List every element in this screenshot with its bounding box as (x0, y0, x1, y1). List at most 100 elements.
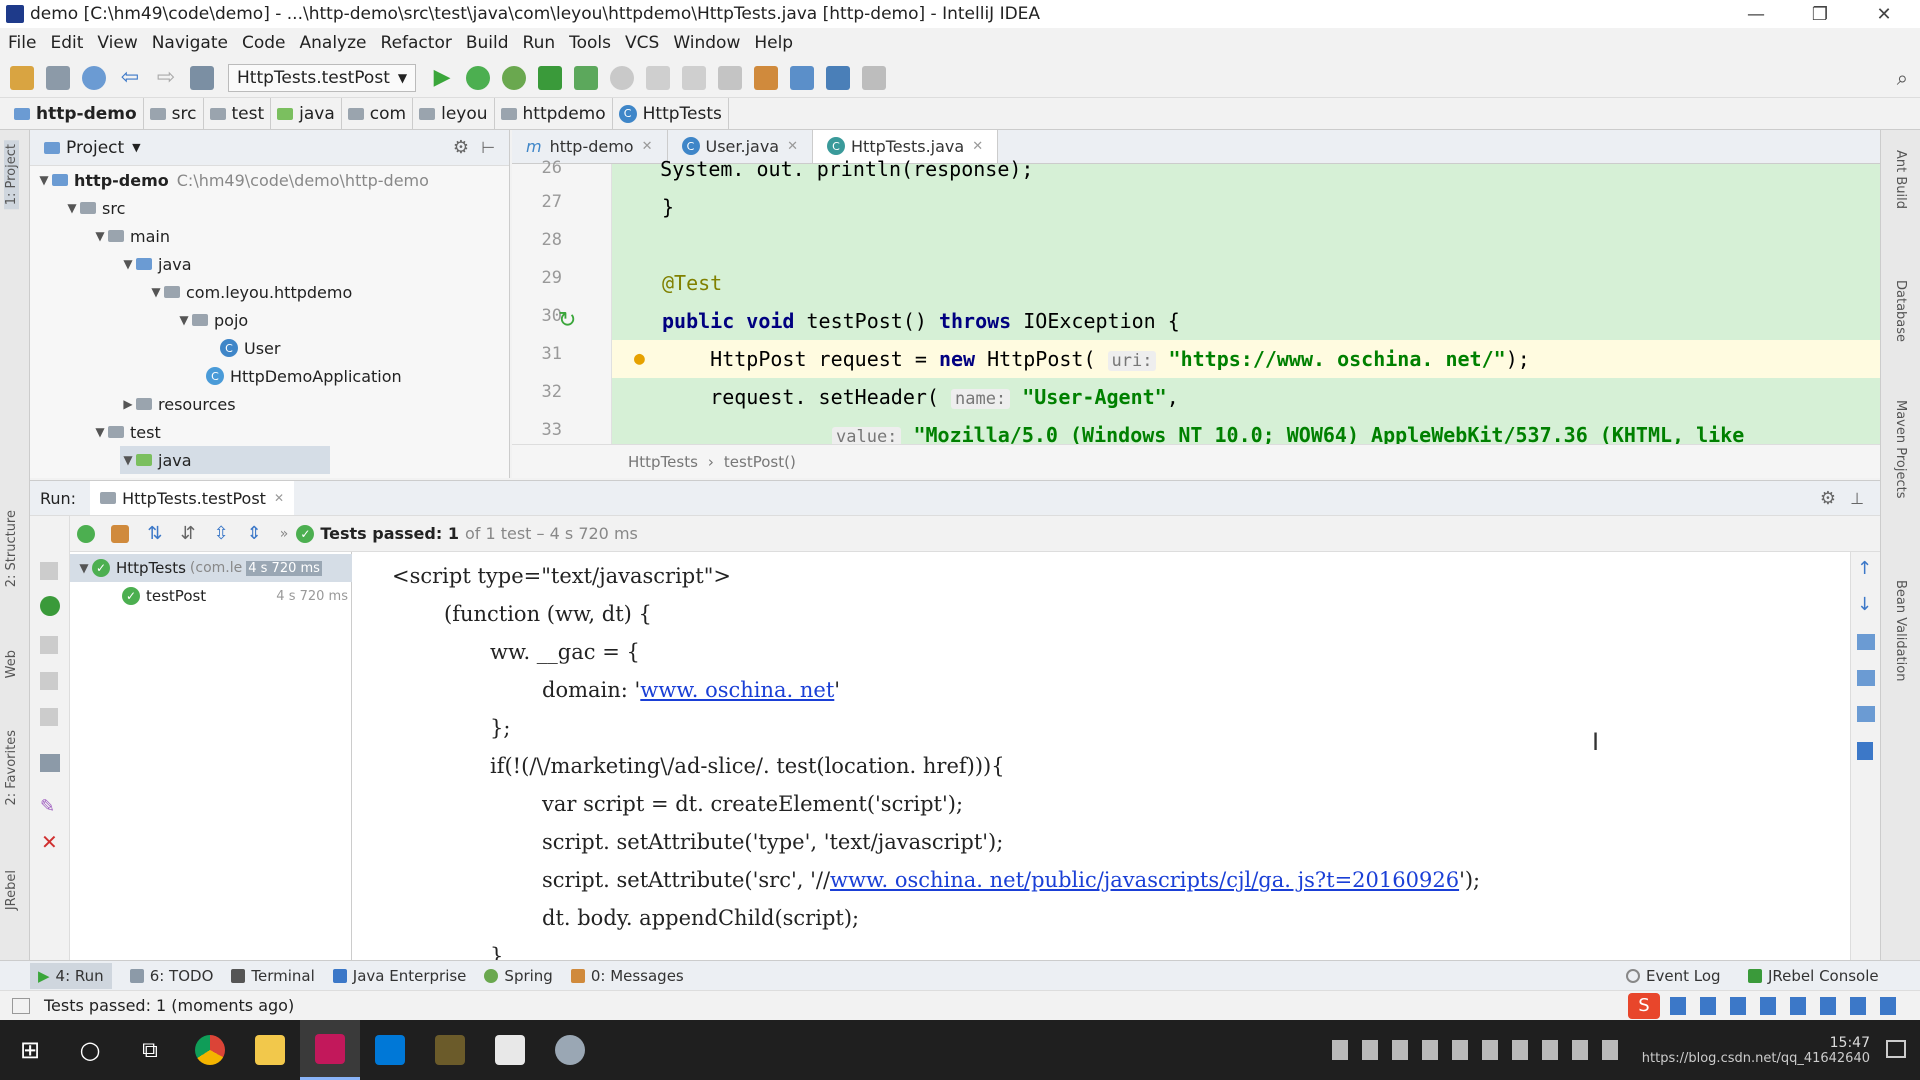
menu-build[interactable]: Build (466, 33, 509, 53)
tool-jrebel-console[interactable]: JRebel Console (1748, 967, 1879, 985)
code-area[interactable]: System. out. println(response); } @Test … (612, 157, 1880, 447)
tree-item-application[interactable]: C HttpDemoApplication (206, 362, 402, 390)
scroll-to-end-icon[interactable] (1857, 670, 1875, 686)
favorites-tool-tab[interactable]: 2: Favorites (4, 730, 19, 806)
chevron-down-icon[interactable]: ▼ (132, 141, 140, 154)
breadcrumb-leyou[interactable]: leyou (413, 97, 495, 130)
menu-run[interactable]: Run (523, 33, 556, 53)
sdk-icon[interactable] (826, 65, 851, 90)
soft-wrap-icon[interactable] (1857, 634, 1875, 650)
menu-refactor[interactable]: Refactor (381, 33, 452, 53)
menu-edit[interactable]: Edit (50, 33, 83, 53)
sort-alpha-icon[interactable]: ⇅ (147, 523, 162, 544)
hide-panel-icon[interactable]: ⊥ (1850, 489, 1864, 508)
breadcrumb-src[interactable]: src (144, 97, 204, 130)
vcs-icon[interactable] (754, 65, 779, 90)
layout-icon[interactable] (40, 754, 60, 772)
pause-icon[interactable] (40, 636, 58, 654)
web-tool-tab[interactable]: Web (4, 650, 19, 678)
breadcrumb-test[interactable]: test (204, 97, 272, 130)
taskbar-app[interactable] (420, 1020, 480, 1080)
tree-item-package[interactable]: ▼ com.leyou.httpdemo (148, 278, 352, 306)
project-tool-tab[interactable]: 1: Project (4, 140, 19, 210)
back-icon[interactable]: ⇦ (118, 65, 142, 90)
tree-item-main[interactable]: ▼ main (92, 222, 170, 250)
ant-build-tool-tab[interactable]: Ant Build (1893, 150, 1908, 209)
coverage-icon[interactable] (502, 65, 527, 90)
taskbar-notepad[interactable] (480, 1020, 540, 1080)
tree-item-pojo[interactable]: ▼ pojo (176, 306, 248, 334)
stop-icon[interactable] (682, 65, 707, 90)
breadcrumb-com[interactable]: com (342, 97, 414, 130)
notification-icon[interactable] (1886, 1040, 1906, 1058)
taskbar-app2[interactable] (540, 1020, 600, 1080)
maven-projects-tool-tab[interactable]: Maven Projects (1893, 400, 1908, 499)
menu-analyze[interactable]: Analyze (300, 33, 367, 53)
tree-item-resources[interactable]: ▶ resources (120, 390, 235, 418)
expand-all-icon[interactable]: ⇳ (214, 523, 229, 544)
show-passed-icon[interactable] (77, 524, 96, 543)
menu-code[interactable]: Code (242, 33, 286, 53)
tool-run[interactable]: ▶ 4: Run (30, 962, 112, 989)
more-icon[interactable]: » (280, 526, 289, 542)
forward-icon[interactable]: ⇨ (154, 65, 178, 90)
input-method-icon[interactable]: S (1628, 993, 1660, 1019)
run-icon[interactable]: ▶ (430, 65, 454, 90)
tree-item-src[interactable]: ▼ src (64, 194, 125, 222)
collapse-icon[interactable]: ⊢ (481, 138, 495, 157)
project-structure-icon[interactable] (790, 65, 815, 90)
menu-file[interactable]: File (8, 33, 36, 53)
close-button[interactable]: ✕ (1854, 0, 1914, 28)
close-icon[interactable]: ✕ (41, 830, 58, 854)
stop-icon[interactable] (40, 562, 58, 580)
taskbar-store[interactable] (360, 1020, 420, 1080)
test-suite-row[interactable]: ▼ ✓ HttpTests (com.le 4 s 720 ms (70, 554, 352, 582)
test-method-row[interactable]: ✓ testPost 4 s 720 ms (70, 582, 352, 610)
console-link[interactable]: www. oschina. net/public/javascripts/cjl… (830, 868, 1459, 892)
menu-vcs[interactable]: VCS (625, 33, 659, 53)
jrebel-icon[interactable] (40, 596, 60, 616)
gear-icon[interactable]: ⚙ (453, 137, 469, 158)
run-configuration-select[interactable]: HttpTests.testPost ▼ (228, 63, 417, 92)
sync-icon[interactable] (82, 65, 106, 90)
collapse-all-icon[interactable]: ⇕ (247, 523, 262, 544)
menu-help[interactable]: Help (754, 33, 793, 53)
bean-validation-tool-tab[interactable]: Bean Validation (1893, 580, 1908, 681)
up-arrow-icon[interactable]: ↑ (1857, 558, 1872, 579)
jrebel-debug-icon[interactable] (574, 65, 599, 90)
tool-terminal[interactable]: Terminal (231, 967, 315, 985)
lightbulb-icon[interactable]: ● (634, 340, 645, 378)
breadcrumb-http-demo[interactable]: http-demo (0, 97, 144, 130)
tray-icons[interactable] (1331, 1040, 1632, 1060)
tree-root[interactable]: ▼ http-demo C:\hm49\code\demo\http-demo (36, 166, 429, 194)
tree-item-test[interactable]: ▼ test (92, 418, 160, 446)
down-arrow-icon[interactable]: ↓ (1857, 594, 1872, 615)
breadcrumb-httptests[interactable]: C HttpTests (613, 97, 729, 130)
print-icon[interactable] (1857, 706, 1875, 722)
menu-view[interactable]: View (97, 33, 137, 53)
gear-icon[interactable]: ⚙ (1820, 488, 1836, 509)
tree-item-java[interactable]: ▼ java (120, 250, 191, 278)
exit-icon[interactable] (40, 708, 58, 726)
taskbar-explorer[interactable] (240, 1020, 300, 1080)
jrebel-run-icon[interactable] (538, 65, 563, 90)
open-folder-icon[interactable] (10, 65, 34, 90)
taskbar-intellij[interactable] (300, 1020, 360, 1080)
menu-navigate[interactable]: Navigate (152, 33, 228, 53)
breadcrumb-httpdemo[interactable]: httpdemo (495, 97, 613, 130)
structure-tool-tab[interactable]: 2: Structure (4, 510, 19, 587)
breadcrumb-method[interactable]: testPost() (724, 453, 796, 471)
debug-icon[interactable] (466, 65, 491, 90)
clear-all-icon[interactable] (1857, 742, 1873, 760)
taskbar-chrome[interactable] (180, 1020, 240, 1080)
tool-java-enterprise[interactable]: Java Enterprise (332, 967, 466, 985)
project-view-select[interactable]: Project (66, 138, 124, 158)
console-link[interactable]: www. oschina. net (640, 678, 834, 702)
breadcrumb-class[interactable]: HttpTests (628, 453, 698, 471)
show-ignored-icon[interactable] (111, 524, 130, 543)
jrebel-tool-tab[interactable]: JRebel (4, 870, 19, 910)
tree-item-user[interactable]: C User (220, 334, 280, 362)
tool-event-log[interactable]: Event Log (1626, 967, 1721, 985)
sort-duration-icon[interactable]: ⇵ (180, 523, 195, 544)
save-icon[interactable] (46, 65, 70, 90)
